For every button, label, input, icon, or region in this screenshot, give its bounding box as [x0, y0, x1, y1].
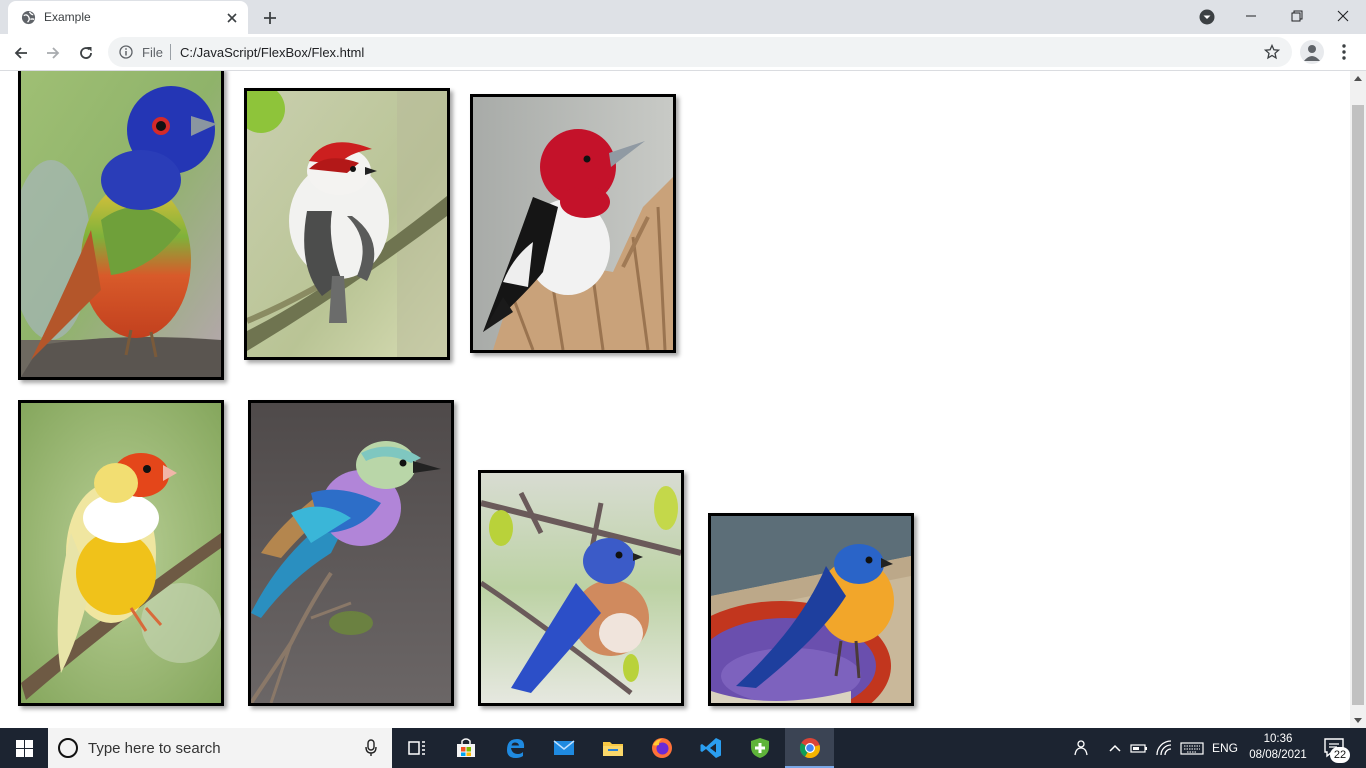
info-icon[interactable]: [119, 45, 133, 59]
task-view-button[interactable]: [392, 728, 441, 768]
task-view-icon: [408, 741, 425, 755]
chrome-icon: [799, 738, 820, 759]
arrow-right-icon: [47, 47, 60, 59]
store-bag-icon: [457, 738, 475, 757]
bird-photo-bluebird-birdbath: [708, 513, 914, 706]
tab-search-icon[interactable]: [1199, 9, 1215, 25]
notification-count-badge: 22: [1330, 747, 1350, 763]
page-viewport: [0, 71, 1350, 728]
minimize-button[interactable]: [1228, 0, 1274, 32]
profile-avatar[interactable]: [1300, 40, 1324, 64]
mail-icon: [553, 740, 575, 755]
folder-icon: [603, 742, 623, 756]
windows-logo-icon: [16, 740, 33, 757]
tab-strip: Example: [0, 0, 1366, 34]
taskbar-app-chrome[interactable]: [785, 728, 834, 768]
forward-button[interactable]: [41, 41, 65, 65]
scheme-label: File: [142, 45, 163, 60]
close-window-button[interactable]: [1320, 0, 1366, 32]
wifi-icon[interactable]: [1154, 738, 1174, 758]
battery-icon[interactable]: [1129, 738, 1149, 758]
cortana-icon: [58, 738, 78, 758]
back-button[interactable]: [9, 41, 33, 65]
restore-button[interactable]: [1274, 0, 1320, 32]
bird-photo-lilac-roller: [248, 400, 454, 706]
scroll-down-icon[interactable]: [1354, 718, 1362, 724]
taskbar-app-security[interactable]: [735, 728, 784, 768]
bird-photo-red-headed-woodpecker: [470, 94, 676, 353]
windows-taskbar: Type here to search ENG 10:36 08/08/2021…: [0, 728, 1366, 768]
bird-photo-painted-bunting: [18, 71, 224, 380]
url-text[interactable]: C:/JavaScript/FlexBox/Flex.html: [180, 45, 364, 60]
globe-icon: [21, 10, 36, 25]
vscode-icon: [700, 738, 721, 758]
tab-title: Example: [44, 10, 91, 24]
clock[interactable]: 10:36 08/08/2021: [1248, 731, 1308, 763]
firefox-icon: [652, 738, 672, 758]
reload-button[interactable]: [74, 41, 98, 65]
bird-photo-gouldian-finch: [18, 400, 224, 706]
keyboard-icon[interactable]: [1180, 738, 1204, 758]
chevron-up-icon[interactable]: [1105, 738, 1125, 758]
taskbar-app-edge[interactable]: [490, 728, 539, 768]
people-icon[interactable]: [1070, 738, 1090, 758]
restore-icon: [1291, 10, 1303, 22]
minimize-icon: [1246, 15, 1256, 17]
bird-photo-eastern-bluebird: [478, 470, 684, 706]
taskbar-app-file-explorer[interactable]: [588, 728, 637, 768]
person-icon: [1304, 45, 1320, 61]
more-options-icon[interactable]: [1336, 42, 1352, 62]
taskbar-app-store[interactable]: [441, 728, 490, 768]
taskbar-app-mail[interactable]: [539, 728, 588, 768]
search-placeholder: Type here to search: [88, 740, 221, 757]
close-icon: [1337, 10, 1349, 22]
bookmark-star-icon[interactable]: [1264, 44, 1280, 60]
browser-tab[interactable]: Example: [8, 1, 248, 34]
taskbar-app-firefox[interactable]: [637, 728, 686, 768]
start-button[interactable]: [0, 728, 48, 768]
language-indicator[interactable]: ENG: [1212, 741, 1238, 755]
clock-date: 08/08/2021: [1249, 749, 1307, 761]
page-scrollbar[interactable]: [1350, 71, 1366, 728]
scroll-up-icon[interactable]: [1354, 75, 1362, 81]
edge-icon: [507, 739, 525, 758]
address-bar[interactable]: File C:/JavaScript/FlexBox/Flex.html: [108, 37, 1292, 67]
reload-icon: [80, 47, 92, 59]
clock-time: 10:36: [1263, 733, 1293, 745]
arrow-left-icon: [14, 47, 27, 59]
taskbar-search-box[interactable]: Type here to search: [48, 728, 392, 768]
microphone-icon[interactable]: [364, 739, 378, 757]
taskbar-app-vscode[interactable]: [686, 728, 735, 768]
new-tab-icon[interactable]: [260, 8, 280, 28]
scroll-thumb[interactable]: [1352, 105, 1364, 705]
address-separator: [170, 44, 171, 60]
close-tab-icon[interactable]: [224, 10, 240, 26]
browser-toolbar: File C:/JavaScript/FlexBox/Flex.html: [0, 34, 1366, 71]
bird-photo-red-crested: [244, 88, 450, 360]
shield-icon: [751, 738, 769, 758]
